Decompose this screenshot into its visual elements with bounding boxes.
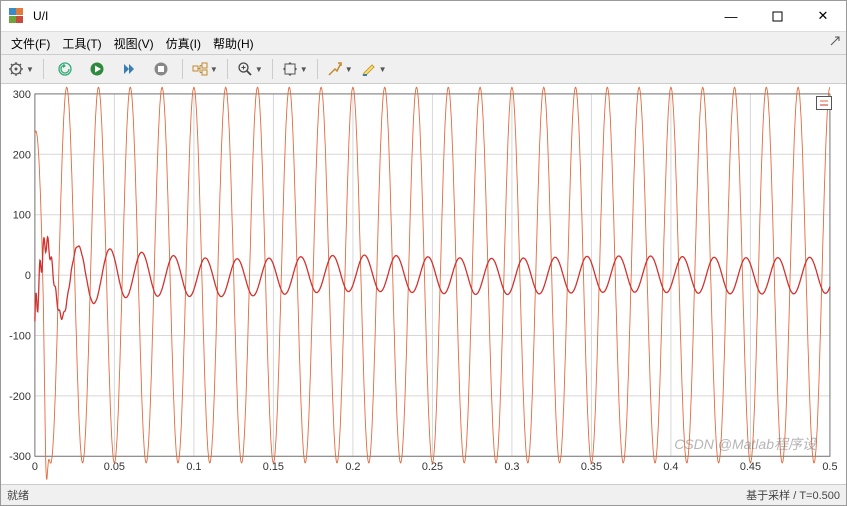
- close-button[interactable]: ✕: [800, 1, 846, 31]
- maximize-button[interactable]: [754, 1, 800, 31]
- toolbar: ▼ ▼ ▼ ▼ ▼ ▼: [1, 55, 846, 84]
- separator: [182, 59, 183, 79]
- menu-simulation[interactable]: 仿真(I): [160, 33, 207, 54]
- matlab-icon: [9, 8, 25, 24]
- menu-help[interactable]: 帮助(H): [207, 33, 260, 54]
- svg-text:100: 100: [13, 210, 31, 222]
- statusbar: 就绪 基于采样 / T=0.500: [1, 484, 846, 505]
- svg-text:0.5: 0.5: [822, 461, 837, 473]
- run-button[interactable]: [82, 57, 112, 81]
- plot-area[interactable]: 00.050.10.150.20.250.30.350.40.450.5-300…: [1, 84, 846, 484]
- svg-text:-100: -100: [9, 330, 31, 342]
- measurements-button[interactable]: ▼: [324, 57, 356, 81]
- svg-text:300: 300: [13, 89, 31, 101]
- undock-icon[interactable]: [830, 36, 840, 46]
- titlebar: U/I — ✕: [1, 1, 846, 32]
- svg-text:-200: -200: [9, 391, 31, 403]
- zoom-button[interactable]: ▼: [234, 57, 266, 81]
- status-left: 就绪: [7, 487, 746, 503]
- autoscale-button[interactable]: ▼: [279, 57, 311, 81]
- menu-tools[interactable]: 工具(T): [56, 33, 107, 54]
- svg-text:0.3: 0.3: [504, 461, 519, 473]
- svg-text:0: 0: [25, 270, 31, 282]
- scope-chart: 00.050.10.150.20.250.30.350.40.450.5-300…: [1, 84, 846, 484]
- svg-text:0: 0: [32, 461, 38, 473]
- window-title: U/I: [31, 9, 708, 23]
- separator: [317, 59, 318, 79]
- minimize-button[interactable]: —: [708, 1, 754, 31]
- menu-file[interactable]: 文件(F): [5, 33, 56, 54]
- highlight-button[interactable]: ▼: [358, 57, 390, 81]
- menu-view[interactable]: 视图(V): [108, 33, 160, 54]
- status-right: 基于采样 / T=0.500: [746, 487, 840, 503]
- step-forward-button[interactable]: [114, 57, 144, 81]
- svg-text:0.1: 0.1: [186, 461, 201, 473]
- configure-button[interactable]: ▼: [5, 57, 37, 81]
- stop-button[interactable]: [146, 57, 176, 81]
- signal-selector-button[interactable]: ▼: [189, 57, 221, 81]
- separator: [227, 59, 228, 79]
- separator: [43, 59, 44, 79]
- legend-icon[interactable]: [816, 96, 832, 110]
- svg-text:0.4: 0.4: [663, 461, 678, 473]
- separator: [272, 59, 273, 79]
- svg-text:200: 200: [13, 149, 31, 161]
- step-back-button[interactable]: [50, 57, 80, 81]
- svg-text:-300: -300: [9, 451, 31, 463]
- scope-window: U/I — ✕ 文件(F) 工具(T) 视图(V) 仿真(I) 帮助(H) ▼: [0, 0, 847, 506]
- menubar: 文件(F) 工具(T) 视图(V) 仿真(I) 帮助(H): [1, 32, 846, 55]
- svg-text:0.2: 0.2: [345, 461, 360, 473]
